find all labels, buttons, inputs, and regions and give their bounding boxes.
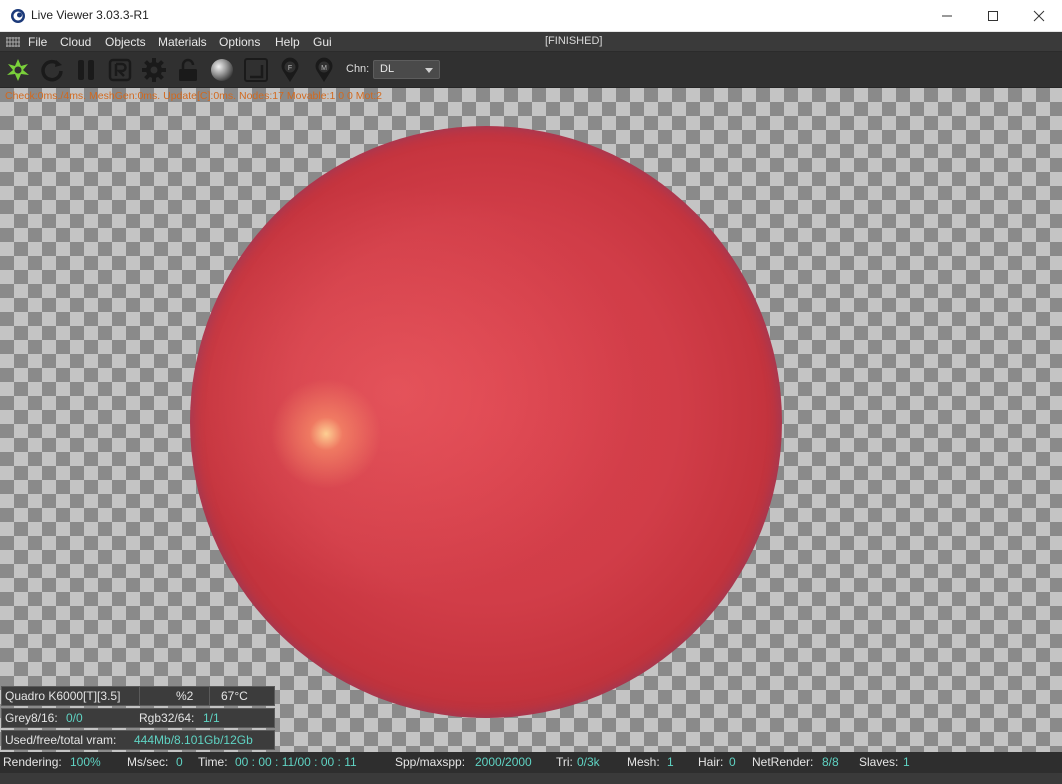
region-render-button[interactable] (106, 56, 134, 84)
refresh-button[interactable] (38, 56, 66, 84)
menu-options[interactable]: Options (219, 35, 260, 49)
mesh-value: 1 (667, 755, 674, 769)
vram-value: 444Mb/8.101Gb/12Gb (134, 733, 253, 747)
clay-mode-icon (244, 58, 268, 82)
render-start-icon (7, 59, 29, 81)
grip-icon[interactable] (6, 36, 20, 48)
focus-pick-button[interactable]: F (276, 56, 304, 84)
gpu-percent: %2 (176, 689, 194, 703)
rendered-sphere (190, 126, 782, 718)
settings-gear-icon (142, 58, 166, 82)
close-icon (1033, 10, 1045, 21)
material-pick-icon: M (315, 57, 333, 82)
window-title: Live Viewer 3.03.3-R1 (31, 8, 149, 22)
settings-button[interactable] (140, 56, 168, 84)
menu-file[interactable]: File (28, 35, 47, 49)
slaves-value: 1 (903, 755, 910, 769)
material-preview-icon (211, 59, 233, 81)
spp-value: 2000/2000 (475, 755, 532, 769)
divider (209, 687, 210, 705)
svg-text:F: F (288, 65, 292, 72)
minimize-button[interactable] (924, 0, 970, 31)
menu-cloud[interactable]: Cloud (60, 35, 91, 49)
minimize-icon (942, 15, 952, 16)
tri-label: Tri: (556, 755, 573, 769)
rgb-value: 1/1 (203, 711, 220, 725)
netrender-value: 8/8 (822, 755, 839, 769)
maximize-button[interactable] (970, 0, 1016, 31)
clay-mode-button[interactable] (242, 56, 270, 84)
render-stats-line: Check:0ms./4ms. MeshGen:0ms. Update[C]:0… (5, 90, 382, 102)
vram-info-row: Used/free/total vram: 444Mb/8.101Gb/12Gb (1, 730, 275, 750)
region-render-icon (108, 58, 132, 82)
menu-bar: File Cloud Objects Materials Options Hel… (0, 32, 1062, 52)
time-label: Time: (198, 755, 228, 769)
channel-label: Chn: (346, 63, 370, 75)
pause-icon (78, 60, 94, 80)
title-bar: Live Viewer 3.03.3-R1 (0, 0, 1062, 32)
divider (139, 687, 140, 705)
material-preview-button[interactable] (208, 56, 236, 84)
chevron-down-icon (425, 68, 433, 73)
focus-pick-icon: F (281, 57, 299, 82)
mesh-label: Mesh: (627, 755, 660, 769)
lock-icon (179, 58, 197, 81)
hair-value: 0 (729, 755, 736, 769)
cinema4d-logo-icon (11, 9, 25, 23)
channel-select[interactable]: DL (373, 60, 440, 79)
render-status: [FINISHED] (545, 35, 603, 47)
rgb-label: Rgb32/64: (139, 711, 195, 725)
menu-help[interactable]: Help (275, 35, 300, 49)
menu-gui[interactable]: Gui (313, 35, 332, 49)
ms-value: 0 (176, 755, 183, 769)
vram-label: Used/free/total vram: (5, 733, 117, 747)
tri-value: 0/3k (577, 755, 600, 769)
grey-value: 0/0 (66, 711, 83, 725)
lock-button[interactable] (174, 56, 202, 84)
spp-label: Spp/maxspp: (395, 755, 466, 769)
hair-label: Hair: (698, 755, 724, 769)
netrender-label: NetRender: (752, 755, 814, 769)
ms-label: Ms/sec: (127, 755, 169, 769)
menu-objects[interactable]: Objects (105, 35, 146, 49)
maximize-icon (988, 10, 998, 21)
gpu-info-row: Quadro K6000[T][3.5] %2 67°C (1, 686, 275, 706)
status-bar: Rendering: 100% Ms/sec: 0 Time: 00 : 00 … (0, 752, 1062, 773)
bottom-strip (0, 773, 1062, 784)
svg-text:M: M (321, 65, 327, 72)
gpu-name: Quadro K6000[T][3.5] (5, 689, 121, 703)
time-value: 00 : 00 : 11/00 : 00 : 11 (235, 755, 357, 769)
menu-materials[interactable]: Materials (158, 35, 207, 49)
gpu-temperature: 67°C (221, 689, 248, 703)
close-button[interactable] (1016, 0, 1062, 31)
render-viewport[interactable]: Check:0ms./4ms. MeshGen:0ms. Update[C]:0… (0, 88, 1062, 752)
toolbar: F M Chn: DL (0, 52, 1062, 88)
pause-button[interactable] (72, 56, 100, 84)
render-start-button[interactable] (4, 56, 32, 84)
channel-select-value: DL (380, 63, 395, 75)
material-pick-button[interactable]: M (310, 56, 338, 84)
grey-label: Grey8/16: (5, 711, 58, 725)
rendering-label: Rendering: (3, 755, 62, 769)
slaves-label: Slaves: (859, 755, 899, 769)
buffer-info-row: Grey8/16: 0/0 Rgb32/64: 1/1 (1, 708, 275, 728)
rendering-value: 100% (70, 755, 101, 769)
refresh-icon (41, 59, 63, 82)
